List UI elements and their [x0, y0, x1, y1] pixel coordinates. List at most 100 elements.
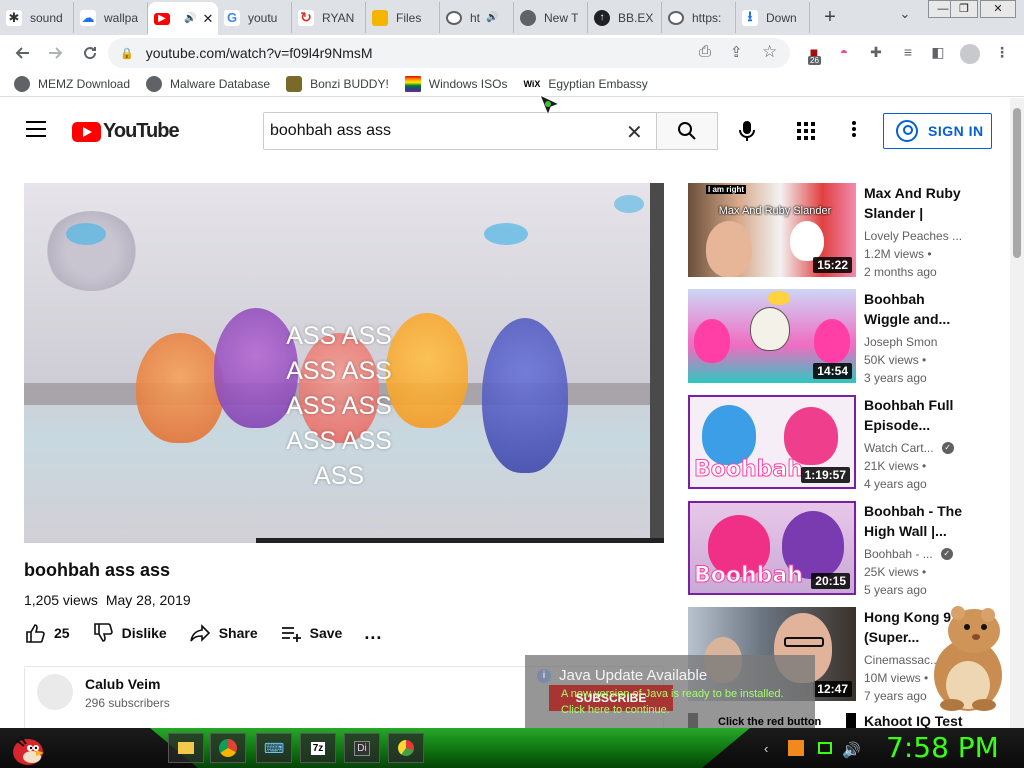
bookmark-bonzi-buddy[interactable]: Bonzi BUDDY!: [286, 75, 389, 92]
bookmark-windows-isos[interactable]: Windows ISOs: [404, 75, 507, 92]
start-button-angry-bird-icon[interactable]: [6, 730, 48, 768]
search-input[interactable]: boohbah ass ass: [263, 112, 656, 150]
sign-in-button[interactable]: SIGN IN: [883, 113, 992, 149]
tray-app-icon[interactable]: [788, 740, 804, 756]
di-taskbar-button[interactable]: Di: [344, 733, 380, 763]
views-label: 10M views: [864, 671, 921, 685]
youtube-play-icon: [72, 121, 101, 142]
save-button[interactable]: Save: [280, 622, 342, 644]
file-explorer-taskbar-button[interactable]: [168, 733, 204, 763]
puzzle-extensions-icon[interactable]: ✚: [866, 44, 886, 64]
dislike-button[interactable]: Dislike: [92, 622, 167, 644]
browser-tab[interactable]: https:: [662, 2, 736, 33]
flag-extension-icon[interactable]: ◓: [834, 44, 854, 64]
tray-chevron-icon[interactable]: ‹: [764, 741, 768, 756]
video-thumbnail[interactable]: Boohbah 1:19:57: [688, 395, 856, 489]
views-label: 1.2M views: [864, 247, 925, 261]
java-popup-link[interactable]: Click here to continue.: [561, 704, 670, 716]
recommended-channel[interactable]: Watch Cart... ✓: [864, 441, 954, 455]
browser-tab[interactable]: G youtu: [218, 2, 292, 33]
hamster-desktop-pet[interactable]: [922, 605, 1010, 715]
browser-tab[interactable]: ↻ RYAN: [292, 2, 366, 33]
profile-avatar-icon[interactable]: [960, 44, 980, 64]
7zip-taskbar-button[interactable]: 7z: [300, 733, 336, 763]
browser-menu-icon[interactable]: ⋮: [992, 44, 1012, 64]
tab-label: wallpa: [104, 10, 139, 25]
lock-icon[interactable]: 🔒: [120, 47, 134, 60]
recommended-video[interactable]: 14:54 Boohbah Wiggle and... Joseph Smon …: [688, 289, 998, 385]
browser-tab[interactable]: New T: [514, 2, 588, 33]
recommended-video[interactable]: Boohbah 1:19:57 Boohbah Full Episode... …: [688, 395, 998, 491]
thumbnail-text: Max And Ruby Slander: [718, 205, 832, 217]
taskbar-clock[interactable]: 7:58 PM: [886, 731, 999, 764]
browser-tab-active[interactable]: ▶ 🔊 ✕: [148, 2, 218, 35]
paint-taskbar-button[interactable]: [388, 733, 424, 763]
side-panel-icon[interactable]: ◧: [928, 44, 948, 64]
sign-in-label: SIGN IN: [928, 123, 984, 139]
chrome-taskbar-button[interactable]: [210, 733, 246, 763]
search-button[interactable]: [656, 112, 718, 150]
verified-check-icon: ✓: [941, 442, 954, 454]
scrollbar-thumb[interactable]: [1013, 108, 1021, 258]
page-scrollbar[interactable]: [1010, 98, 1024, 728]
recommended-views: 21K views •: [864, 459, 927, 473]
bookmark-egyptian-embassy[interactable]: WiX Egyptian Embassy: [523, 77, 647, 91]
speaker-icon[interactable]: 🔊: [486, 12, 498, 23]
close-window-button[interactable]: ✕: [980, 0, 1016, 18]
browser-tab[interactable]: Files: [366, 2, 440, 33]
bookmark-memz[interactable]: MEMZ Download: [14, 75, 130, 92]
browser-tab[interactable]: ⭳ Down: [736, 2, 810, 33]
youtube-logo[interactable]: YouTube: [72, 120, 180, 143]
browser-tab[interactable]: ☁ wallpa: [74, 2, 148, 33]
clear-search-icon[interactable]: ✕: [626, 120, 643, 145]
recommended-title[interactable]: Boohbah Full Episode...: [864, 395, 964, 435]
browser-tab[interactable]: ↑ BB.EX: [588, 2, 662, 33]
rainbow-flag-icon: [404, 75, 421, 92]
volume-icon[interactable]: 🔊: [842, 741, 861, 759]
channel-avatar[interactable]: [37, 674, 73, 710]
channel-label: Joseph Smon: [864, 335, 938, 349]
channel-name[interactable]: Calub Veim: [85, 676, 160, 692]
channel-label: Boohbah - ...: [864, 547, 933, 561]
recommended-video[interactable]: Boohbah 20:15 Boohbah - The High Wall |.…: [688, 501, 998, 597]
address-bar[interactable]: 🔒 youtube.com/watch?v=f09l4r9NmsM: [108, 38, 790, 68]
bookmark-star-icon[interactable]: ☆: [762, 42, 777, 62]
voice-search-mic-icon[interactable]: [736, 119, 758, 143]
media-queue-icon[interactable]: ≡: [898, 44, 918, 64]
forward-arrow-icon[interactable]: [42, 39, 70, 67]
restore-button[interactable]: ❐: [950, 0, 978, 18]
recommended-channel[interactable]: Boohbah - ... ✓: [864, 547, 953, 561]
bookmark-malware-database[interactable]: Malware Database: [146, 75, 270, 92]
recommended-channel[interactable]: Lovely Peaches ...: [864, 229, 962, 243]
video-thumbnail[interactable]: I am right Max And Ruby Slander 15:22: [688, 183, 856, 277]
recommended-title[interactable]: Kahoot IQ Test: [864, 713, 963, 729]
close-tab-icon[interactable]: ✕: [202, 11, 213, 27]
recommended-channel[interactable]: Joseph Smon: [864, 335, 937, 349]
settings-more-icon[interactable]: [852, 121, 856, 137]
install-app-icon[interactable]: ⎙: [699, 43, 711, 60]
share-button[interactable]: Share: [189, 622, 258, 644]
recommended-title[interactable]: Max And Ruby Slander | TikT...: [864, 183, 964, 223]
browser-tab[interactable]: ✱ sound: [0, 2, 74, 33]
blue-creature: [702, 405, 756, 465]
new-tab-button[interactable]: +: [814, 2, 846, 33]
recommended-title[interactable]: Boohbah Wiggle and...: [864, 289, 964, 329]
recommended-video[interactable]: I am right Max And Ruby Slander 15:22 Ma…: [688, 183, 998, 279]
on-screen-keyboard-taskbar-button[interactable]: ⌨: [256, 733, 292, 763]
apps-grid-icon[interactable]: [797, 122, 815, 140]
video-progress-bar[interactable]: [256, 538, 664, 543]
hamburger-menu-icon[interactable]: [26, 121, 46, 137]
share-icon[interactable]: ⇪: [730, 43, 743, 61]
like-button[interactable]: 25: [24, 622, 70, 644]
tab-search-chevron-icon[interactable]: ⌄: [895, 6, 915, 26]
recommended-title[interactable]: Boohbah - The High Wall |...: [864, 501, 964, 541]
more-actions-button[interactable]: ...: [364, 623, 382, 644]
video-thumbnail[interactable]: Boohbah 20:15: [688, 501, 856, 595]
video-thumbnail[interactable]: 14:54: [688, 289, 856, 383]
back-arrow-icon[interactable]: [8, 39, 36, 67]
speaker-icon[interactable]: 🔊: [184, 13, 196, 24]
video-player[interactable]: ASS ASS ASS ASS ASS ASS ASS ASS ASS: [24, 183, 664, 543]
network-icon[interactable]: [818, 742, 832, 754]
browser-tab[interactable]: ht 🔊: [440, 2, 514, 33]
reload-icon[interactable]: [76, 39, 104, 67]
